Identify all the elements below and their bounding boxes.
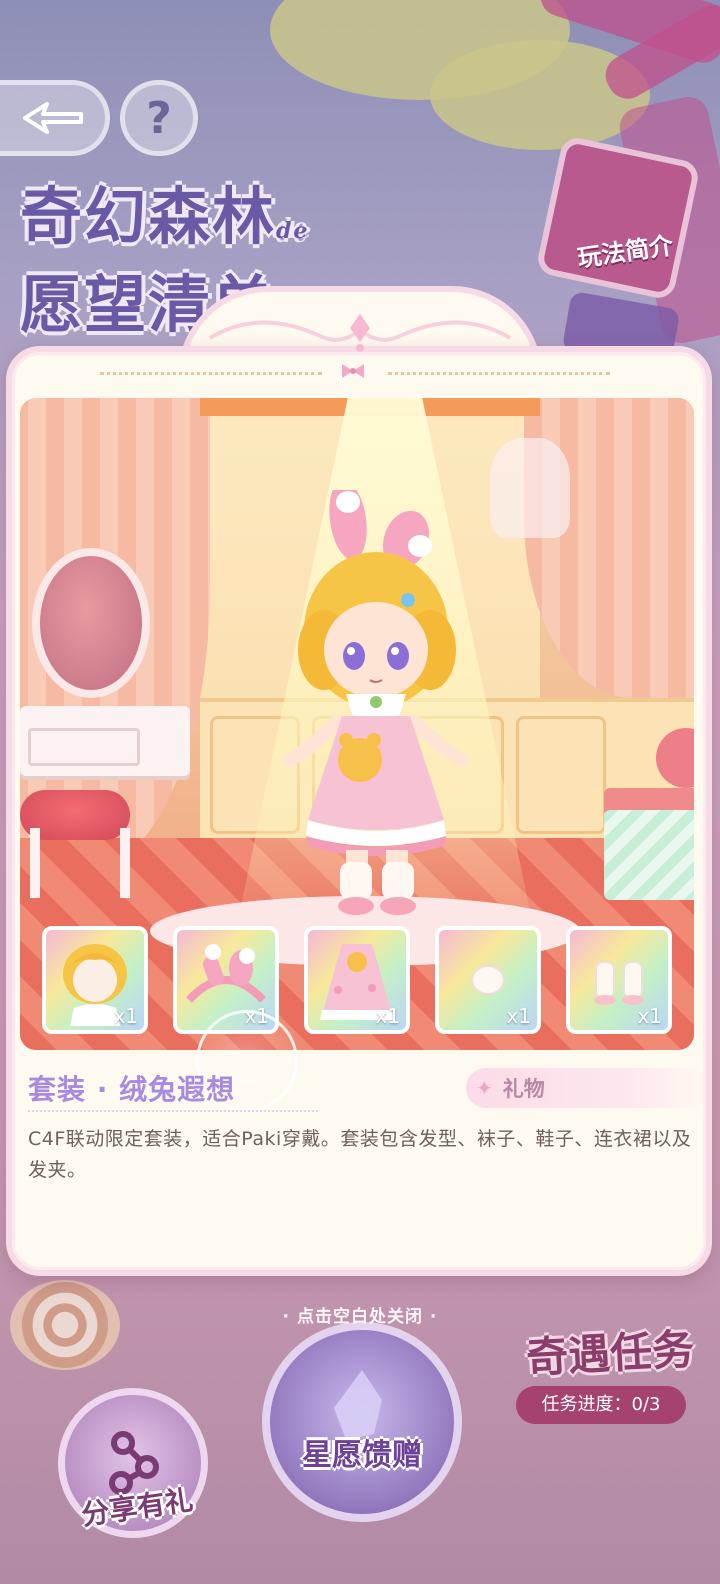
gift-box [604,810,694,900]
gift-tag-label: 礼物 [502,1077,545,1101]
character-avatar [283,490,469,915]
bow-icon [342,364,364,378]
item-slots: x1 x1 x1 x1 [20,926,694,1038]
slot-qty: x1 [113,1004,138,1028]
intro-button[interactable] [534,134,702,302]
dialog-divider [388,372,610,375]
wish-gift-label[interactable]: 星愿馈赠 [262,1430,462,1474]
title-underline [28,1110,318,1112]
item-slot-shoes[interactable]: x1 [566,926,672,1034]
sparkle-icon: ✦ [476,1076,493,1100]
star-gem-icon [334,1370,382,1440]
item-slot-socks[interactable]: x1 [435,926,541,1034]
item-slot-hairstyle[interactable]: x1 [42,926,148,1034]
close-hint[interactable]: · 点击空白处关闭 · [0,1302,720,1327]
task-progress: 任务进度：0/3 [516,1386,686,1424]
wish-gift-button[interactable] [262,1322,462,1522]
slot-qty: x1 [375,1004,400,1028]
event-title-line1: 奇幻森林 [20,180,277,253]
slot-qty: x1 [637,1004,662,1028]
item-description: C4F联动限定套装，适合Paki穿戴。套装包含发型、袜子、鞋子、连衣裙以及发夹。 [28,1128,692,1181]
help-button[interactable]: ? [120,80,198,156]
crest-flourish-icon [208,314,512,352]
slot-qty: x1 [506,1004,531,1028]
item-slot-dress[interactable]: x1 [304,926,410,1034]
question-icon: ? [146,92,172,144]
back-arrow-icon [22,102,83,134]
vanity-mirror [32,548,150,698]
dialog-divider [100,372,322,375]
gift-tag: ✦ 礼物 [466,1068,706,1108]
back-button[interactable] [0,80,110,156]
event-title-de: de [276,218,310,244]
item-title: 套装 · 绒兔遐想 [28,1073,236,1106]
